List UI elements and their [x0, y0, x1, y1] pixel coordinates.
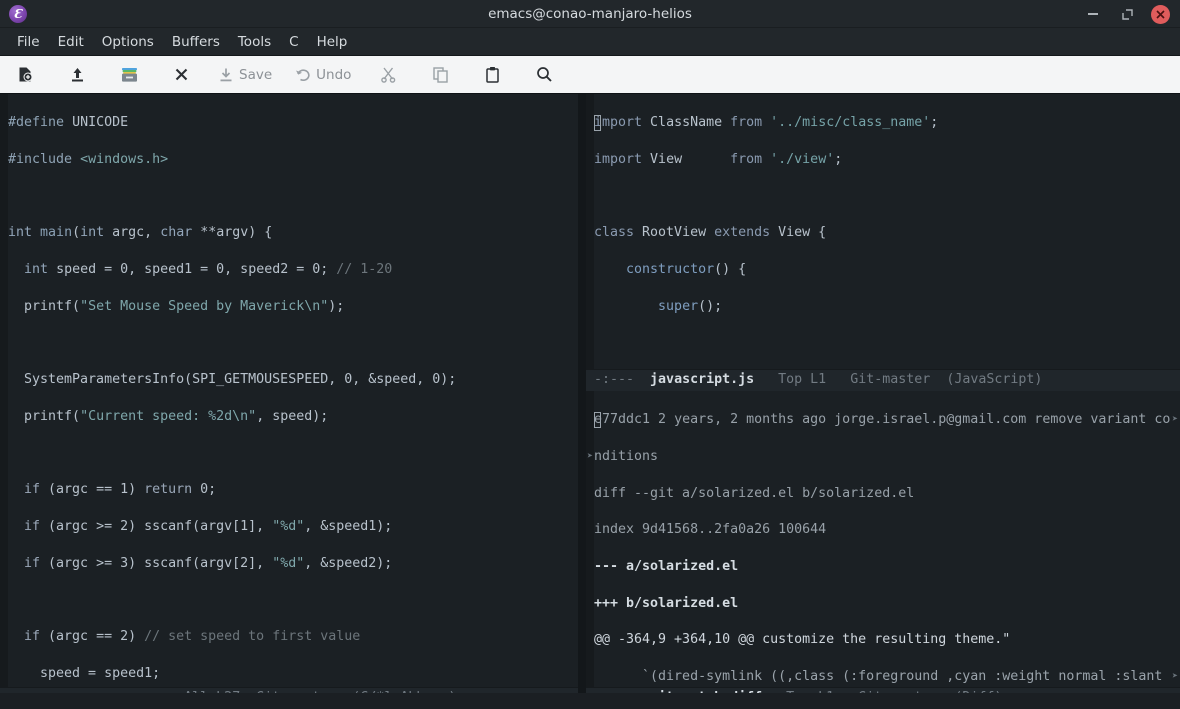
modeline-position: Top L1	[778, 372, 827, 388]
title-bar: Ɛ emacs@conao-manjaro-helios	[0, 0, 1180, 28]
dired-folder-icon	[121, 68, 137, 82]
upload-icon	[71, 68, 83, 82]
point-cursor	[594, 412, 601, 429]
close-button[interactable]	[1151, 4, 1170, 24]
close-x-icon	[175, 68, 187, 81]
buffer-c-c[interactable]: #define UNICODE #include <windows.h> int…	[0, 94, 578, 687]
copy-icon	[433, 67, 448, 83]
menu-item-file[interactable]: File	[8, 32, 49, 52]
code-diff: e77ddc1 2 years, 2 months ago jorge.isra…	[587, 393, 1180, 687]
diff-line-commit-cont: ➤ nditions	[587, 448, 1180, 466]
modeline-flags: -:---	[594, 372, 635, 388]
left-fringe	[586, 94, 594, 369]
buffer-javascript-js[interactable]: import ClassName from '../misc/class_nam…	[586, 94, 1180, 369]
maximize-button[interactable]	[1117, 4, 1137, 24]
code-line: speed = speed1;	[8, 665, 161, 681]
diff-line-commit: e77ddc1 2 years, 2 months ago jorge.isra…	[594, 411, 1180, 429]
code-line: if (argc == 2) // set speed to first val…	[24, 628, 361, 644]
tool-bar: Save Undo	[0, 56, 1180, 94]
undo-icon	[296, 68, 310, 81]
code-line: if (argc >= 3) sscanf(argv[2], "%d", &sp…	[24, 555, 393, 571]
paste-button[interactable]	[477, 60, 507, 90]
restore-icon	[1121, 8, 1133, 20]
minimize-button[interactable]	[1083, 4, 1103, 24]
code-line: int speed = 0, speed1 = 0, speed2 = 0; /…	[24, 262, 393, 278]
wrap-marker-icon: ➤	[586, 451, 594, 463]
code-line: constructor() {	[626, 262, 747, 278]
save-button[interactable]: Save	[218, 60, 272, 90]
copy-button[interactable]	[425, 60, 455, 90]
menu-item-help[interactable]: Help	[308, 32, 357, 52]
wrap-marker-icon: ➤	[1171, 671, 1179, 683]
dired-button[interactable]	[114, 60, 144, 90]
modeline-modes: (JavaScript)	[946, 372, 1043, 388]
new-file-button[interactable]	[10, 60, 40, 90]
save-label: Save	[239, 66, 273, 83]
modeline-vc: Git-master	[850, 372, 931, 388]
code-line: if (argc >= 2) sscanf(argv[1], "%d", &sp…	[24, 518, 393, 534]
diff-line-meta: diff --git a/solarized.el b/solarized.el	[594, 485, 915, 501]
modeline-javascript-js[interactable]: -:--- javascript.js Top L1 Git-master (J…	[586, 369, 1180, 391]
search-icon	[537, 67, 552, 82]
code-line: printf("Current speed: %2d\n", speed);	[8, 408, 329, 424]
window-divider[interactable]	[578, 94, 586, 709]
code-line: super();	[658, 298, 723, 314]
emacs-logo-icon: Ɛ	[9, 4, 27, 23]
emacs-window: Ɛ emacs@conao-manjaro-helios File Edit O…	[0, 0, 1180, 709]
editor-area: #define UNICODE #include <windows.h> int…	[0, 94, 1180, 709]
cut-button[interactable]	[373, 60, 403, 90]
search-button[interactable]	[529, 60, 559, 90]
save-icon	[220, 68, 232, 81]
window-git-patch-diff[interactable]: e77ddc1 2 years, 2 months ago jorge.isra…	[586, 391, 1180, 709]
menu-item-tools[interactable]: Tools	[229, 32, 280, 52]
diff-line-meta: index 9d41568..2fa0a26 100644	[594, 522, 827, 538]
menu-item-c[interactable]: C	[280, 32, 307, 52]
wrap-marker-icon: ➤	[1171, 414, 1179, 426]
window-c-c[interactable]: #define UNICODE #include <windows.h> int…	[0, 94, 578, 709]
code-js: import ClassName from '../misc/class_nam…	[594, 96, 1180, 369]
window-title: emacs@conao-manjaro-helios	[488, 5, 692, 22]
menu-item-options[interactable]: Options	[93, 32, 163, 52]
code-line: int main(int argc, char **argv) {	[8, 225, 273, 241]
undo-label: Undo	[316, 66, 352, 83]
diff-line-hunk: @@ -364,9 +364,10 @@ customize the resul…	[594, 632, 1011, 648]
diff-line-file-new: +++ b/solarized.el	[594, 595, 739, 611]
code-line: import View from './view';	[594, 152, 843, 168]
paste-icon	[486, 67, 499, 83]
menu-item-edit[interactable]: Edit	[49, 32, 93, 52]
left-fringe	[586, 391, 594, 687]
code-line: class RootView extends View {	[594, 225, 827, 241]
diff-line-file-old: --- a/solarized.el	[594, 559, 739, 575]
window-controls	[1083, 0, 1174, 28]
diff-line-context: `(dired-symlink ((,class (:foreground ,c…	[594, 668, 1180, 686]
undo-button[interactable]: Undo	[294, 60, 351, 90]
menu-item-buffers[interactable]: Buffers	[163, 32, 229, 52]
code-c: #define UNICODE #include <windows.h> int…	[8, 96, 578, 687]
buffer-git-patch-diff[interactable]: e77ddc1 2 years, 2 months ago jorge.isra…	[586, 391, 1180, 687]
code-line: #include <windows.h>	[8, 152, 169, 168]
menu-bar: File Edit Options Buffers Tools C Help	[0, 28, 1180, 56]
code-line: if (argc == 1) return 0;	[24, 482, 217, 498]
window-javascript-js[interactable]: import ClassName from '../misc/class_nam…	[586, 94, 1180, 391]
modeline-buffer-name: javascript.js	[650, 372, 755, 388]
code-line: printf("Set Mouse Speed by Maverick\n");	[8, 298, 345, 314]
new-file-icon	[19, 67, 32, 82]
close-buffer-button[interactable]	[166, 60, 196, 90]
code-line: import ClassName from '../misc/class_nam…	[594, 115, 939, 132]
open-file-button[interactable]	[62, 60, 92, 90]
code-line: #define UNICODE	[8, 115, 129, 131]
close-icon	[1156, 9, 1165, 19]
code-line: SystemParametersInfo(SPI_GETMOUSESPEED, …	[8, 372, 457, 388]
echo-area	[0, 693, 1180, 709]
point-cursor	[594, 115, 601, 132]
left-fringe	[0, 94, 8, 687]
cut-scissors-icon	[381, 67, 396, 83]
